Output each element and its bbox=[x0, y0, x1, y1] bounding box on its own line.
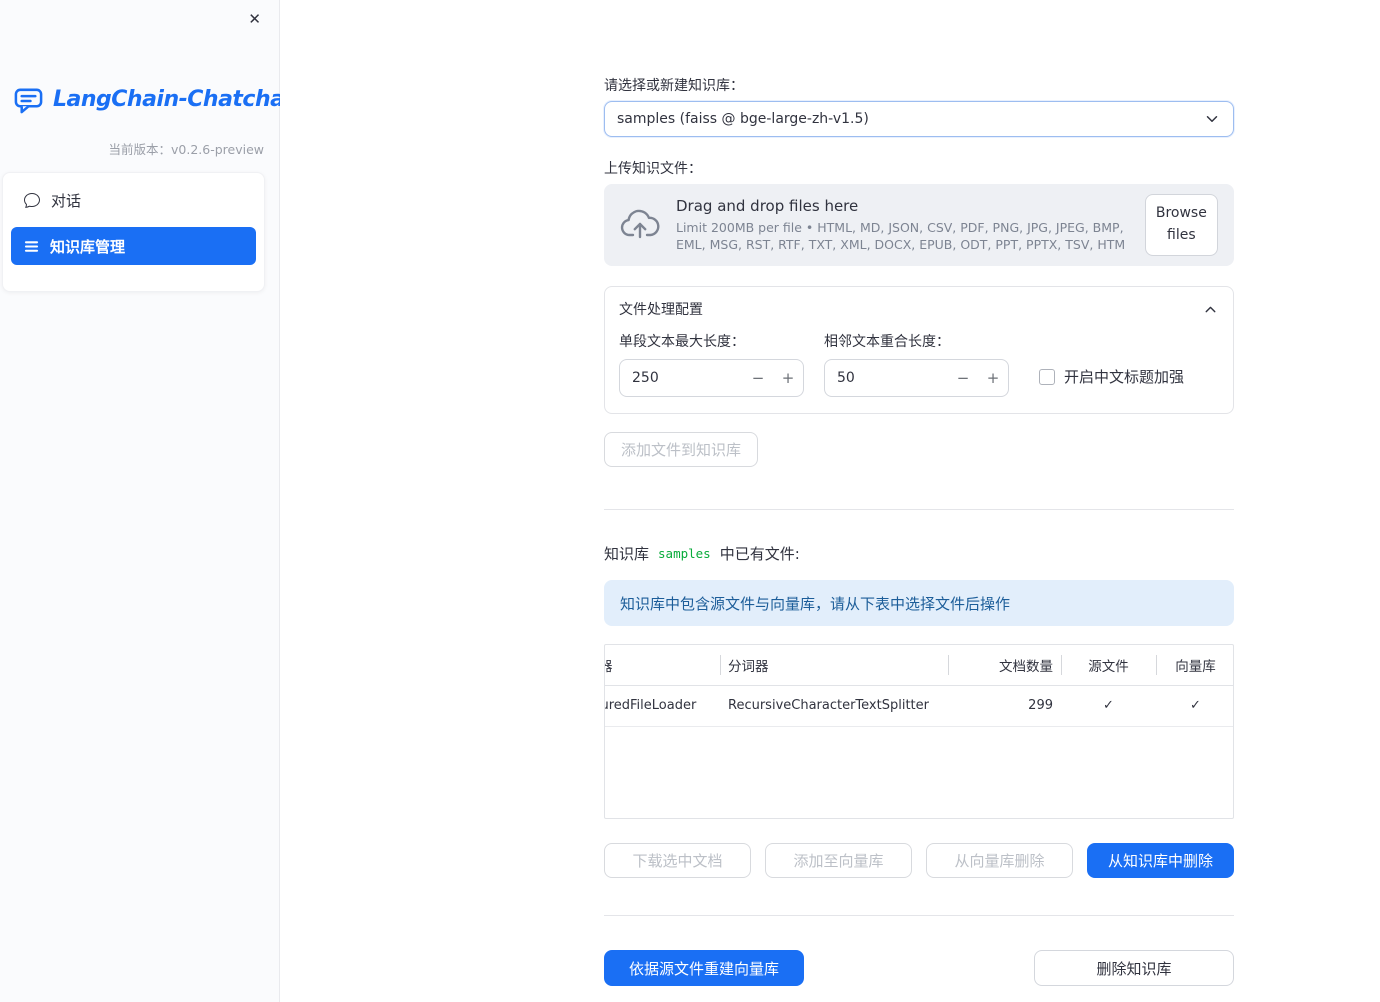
col-header-doc-count[interactable]: 文档数量 bbox=[948, 645, 1061, 686]
table-row[interactable]: UnstructuredFileLoader RecursiveCharacte… bbox=[605, 685, 1233, 727]
info-banner: 知识库中包含源文件与向量库，请从下表中选择文件后操作 bbox=[604, 580, 1234, 626]
kb-select-value: samples (faiss @ bge-large-zh-v1.5) bbox=[617, 111, 869, 127]
existing-suffix: 中已有文件: bbox=[719, 545, 800, 563]
dropzone-text: Drag and drop files here Limit 200MB per… bbox=[676, 197, 1145, 253]
sidebar-item-chat[interactable]: 对话 bbox=[11, 181, 256, 219]
chunk-size-field: 单段文本最大长度： 250 − + bbox=[619, 331, 804, 397]
cell-source-check: ✓ bbox=[1061, 685, 1156, 727]
app-window: ✕ LangChain-Chatchat 当前版本：v0.2.6-preview bbox=[0, 0, 1380, 1002]
divider bbox=[604, 915, 1234, 916]
main-area: 请选择或新建知识库： samples (faiss @ bge-large-zh… bbox=[280, 0, 1380, 1002]
kb-select[interactable]: samples (faiss @ bge-large-zh-v1.5) bbox=[604, 101, 1234, 137]
delete-kb-button[interactable]: 删除知识库 bbox=[1034, 950, 1234, 986]
divider bbox=[604, 509, 1234, 510]
sidebar-close-icon[interactable]: ✕ bbox=[242, 6, 267, 32]
chunk-size-input[interactable]: 250 − + bbox=[619, 359, 804, 397]
rebuild-vector-store-button[interactable]: 依据源文件重建向量库 bbox=[604, 950, 804, 986]
chunk-size-value: 250 bbox=[632, 370, 659, 386]
sidebar-item-label: 知识库管理 bbox=[50, 237, 126, 256]
col-header-source[interactable]: 源文件 bbox=[1061, 645, 1156, 686]
list-icon bbox=[24, 239, 39, 254]
kb-name-code: samples bbox=[658, 546, 711, 561]
chunk-size-label: 单段文本最大长度： bbox=[619, 334, 745, 350]
checkbox-label: 开启中文标题加强 bbox=[1064, 368, 1185, 386]
config-row: 单段文本最大长度： 250 − + 相邻文本重合长度： 50 − + 开启中文标… bbox=[619, 331, 1219, 397]
overlap-size-label: 相邻文本重合长度： bbox=[824, 334, 950, 350]
dropzone-limits: Limit 200MB per file • HTML, MD, JSON, C… bbox=[676, 220, 1126, 252]
row-actions: 下载选中文档 添加至向量库 从向量库删除 从知识库中删除 bbox=[604, 843, 1234, 878]
cell-loader: UnstructuredFileLoader bbox=[605, 685, 720, 727]
expander-title: 文件处理配置 bbox=[619, 302, 703, 318]
col-header-loader[interactable]: 文档加载器 bbox=[605, 645, 720, 686]
existing-prefix: 知识库 bbox=[604, 545, 650, 563]
files-table[interactable]: 文档加载器 分词器 文档数量 源文件 向量库 UnstructuredFileL… bbox=[604, 644, 1234, 819]
cell-vector-check: ✓ bbox=[1156, 685, 1233, 727]
cell-splitter: RecursiveCharacterTextSplitter bbox=[720, 685, 948, 727]
dropzone-title: Drag and drop files here bbox=[676, 197, 859, 215]
chat-icon bbox=[24, 192, 40, 208]
overlap-size-field: 相邻文本重合长度： 50 − + bbox=[824, 331, 1009, 397]
checkbox-box[interactable] bbox=[1039, 368, 1055, 385]
sidebar-item-knowledge-base[interactable]: 知识库管理 bbox=[11, 227, 256, 265]
expander-header[interactable]: 文件处理配置 bbox=[619, 297, 1219, 321]
sidebar: ✕ LangChain-Chatchat 当前版本：v0.2.6-preview bbox=[0, 0, 295, 1002]
bottom-actions: 依据源文件重建向量库 删除知识库 bbox=[604, 950, 1234, 986]
download-selected-button[interactable]: 下载选中文档 bbox=[604, 843, 751, 878]
chunk-size-increment-button[interactable]: + bbox=[773, 360, 803, 396]
existing-files-heading: 知识库 samples 中已有文件: bbox=[604, 543, 1234, 564]
col-header-splitter[interactable]: 分词器 bbox=[720, 645, 948, 686]
logo-chat-icon bbox=[13, 84, 44, 115]
file-config-expander: 文件处理配置 单段文本最大长度： 250 − + 相邻文本重合长度： 50 − … bbox=[604, 286, 1234, 414]
delete-from-kb-button[interactable]: 从知识库中删除 bbox=[1087, 843, 1234, 878]
upload-label: 上传知识文件： bbox=[604, 161, 702, 177]
zh-title-enhance-checkbox[interactable]: 开启中文标题加强 bbox=[1039, 366, 1184, 387]
browse-files-button[interactable]: Browse files bbox=[1144, 194, 1218, 256]
col-header-vector[interactable]: 向量库 bbox=[1156, 645, 1233, 686]
files-table-grid: 文档加载器 分词器 文档数量 源文件 向量库 UnstructuredFileL… bbox=[605, 645, 1233, 727]
add-files-to-kb-button[interactable]: 添加文件到知识库 bbox=[604, 432, 759, 467]
chevron-down-icon bbox=[1203, 110, 1221, 128]
table-header-row: 文档加载器 分词器 文档数量 源文件 向量库 bbox=[605, 645, 1233, 686]
kb-select-label: 请选择或新建知识库： bbox=[604, 78, 744, 94]
overlap-size-increment-button[interactable]: + bbox=[978, 360, 1008, 396]
info-banner-text: 知识库中包含源文件与向量库，请从下表中选择文件后操作 bbox=[620, 594, 1011, 613]
chunk-size-decrement-button[interactable]: − bbox=[743, 360, 773, 396]
overlap-size-decrement-button[interactable]: − bbox=[948, 360, 978, 396]
cloud-upload-icon bbox=[620, 209, 660, 241]
sidebar-item-label: 对话 bbox=[51, 191, 82, 210]
version-text: 当前版本：v0.2.6-preview bbox=[108, 142, 264, 157]
sidebar-menu: 对话 知识库管理 bbox=[2, 172, 265, 292]
cell-doc-count: 299 bbox=[948, 685, 1061, 727]
app-logo: LangChain-Chatchat bbox=[13, 84, 295, 115]
delete-from-vector-store-button[interactable]: 从向量库删除 bbox=[926, 843, 1073, 878]
chevron-up-icon bbox=[1202, 301, 1219, 318]
overlap-size-input[interactable]: 50 − + bbox=[824, 359, 1009, 397]
overlap-size-value: 50 bbox=[837, 370, 855, 386]
logo-title: LangChain-Chatchat bbox=[53, 87, 295, 112]
file-dropzone[interactable]: Drag and drop files here Limit 200MB per… bbox=[604, 184, 1234, 266]
content-column: 请选择或新建知识库： samples (faiss @ bge-large-zh… bbox=[604, 0, 1234, 986]
add-to-vector-store-button[interactable]: 添加至向量库 bbox=[765, 843, 912, 878]
